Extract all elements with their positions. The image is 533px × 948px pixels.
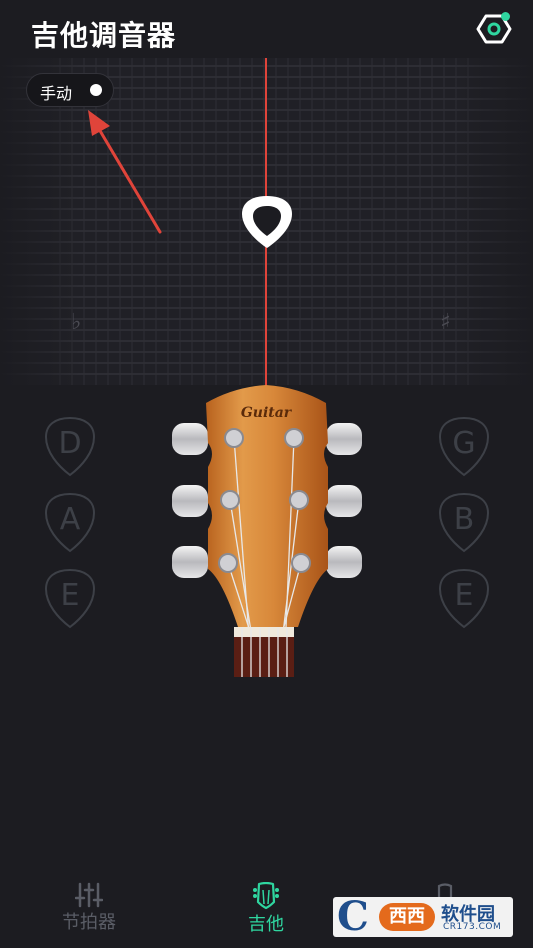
watermark-url: CR173.COM bbox=[443, 922, 502, 932]
string-button-g[interactable]: G bbox=[438, 416, 490, 478]
mode-toggle[interactable]: 手动 bbox=[26, 73, 114, 107]
tab-metronome[interactable]: 节拍器 bbox=[58, 882, 120, 934]
tab-label: 节拍器 bbox=[62, 912, 116, 933]
watermark-logo: C 西西 软件园 CR173.COM bbox=[333, 897, 513, 937]
string-button-b[interactable]: B bbox=[438, 492, 490, 554]
annotation-arrow-icon bbox=[88, 110, 162, 234]
string-label: E bbox=[60, 578, 80, 613]
flat-symbol: ♭ bbox=[71, 310, 82, 335]
string-label: A bbox=[59, 502, 81, 537]
string-button-d[interactable]: D bbox=[44, 416, 96, 478]
sharp-symbol: ♯ bbox=[440, 310, 451, 335]
guitar-pick-icon bbox=[242, 196, 292, 248]
notification-dot bbox=[501, 12, 510, 21]
guitar-headstock: Guitar bbox=[172, 385, 362, 677]
tab-label: 吉他 bbox=[248, 914, 284, 935]
mode-toggle-indicator bbox=[90, 84, 102, 96]
string-button-low-e[interactable]: E bbox=[44, 568, 96, 630]
watermark-badge: 西西 bbox=[379, 903, 435, 931]
page-title: 吉他调音器 bbox=[31, 19, 177, 52]
string-label: D bbox=[58, 426, 82, 461]
mode-toggle-label: 手动 bbox=[40, 84, 73, 103]
watermark-letter: C bbox=[337, 897, 369, 937]
headstock-brand: Guitar bbox=[241, 405, 293, 421]
string-label: G bbox=[452, 426, 476, 461]
string-button-a[interactable]: A bbox=[44, 492, 96, 554]
string-label: E bbox=[454, 578, 474, 613]
settings-button[interactable] bbox=[474, 10, 514, 48]
sliders-icon bbox=[75, 882, 103, 908]
string-button-high-e[interactable]: E bbox=[438, 568, 490, 630]
tab-guitar[interactable]: 吉他 bbox=[240, 882, 292, 936]
guitar-headstock-icon bbox=[253, 882, 279, 910]
string-label: B bbox=[453, 502, 475, 537]
